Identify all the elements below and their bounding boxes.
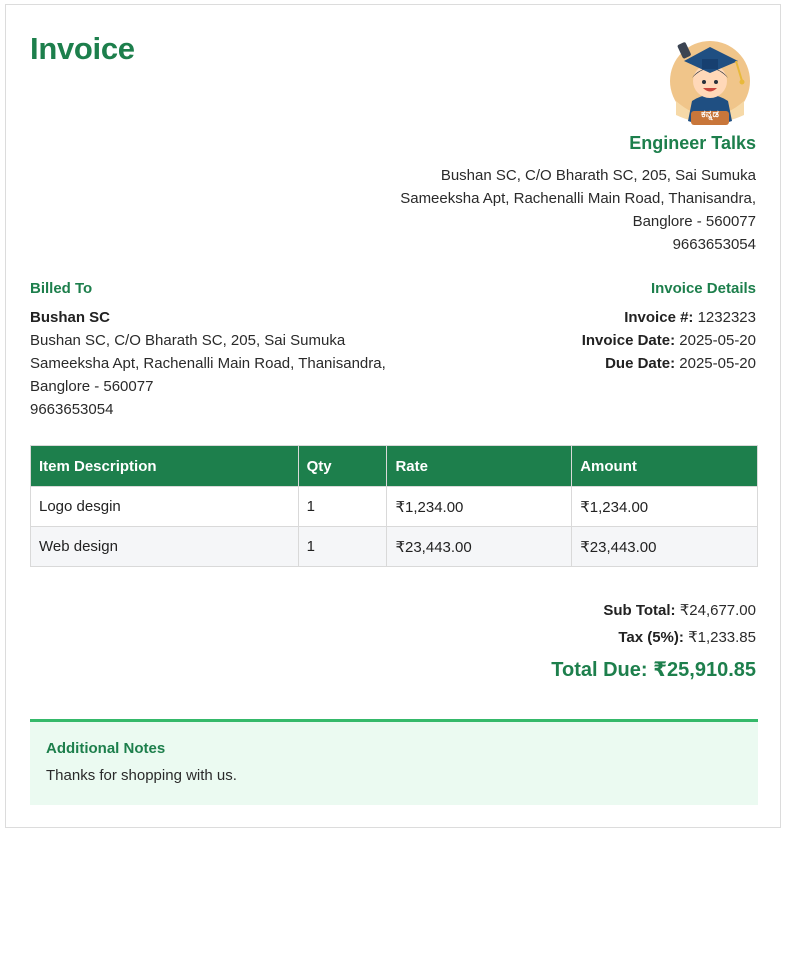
column-header-description: Item Description <box>30 445 299 487</box>
tax-value: ₹1,233.85 <box>688 629 756 646</box>
items-table: Item Description Qty Rate Amount Logo de… <box>30 445 758 567</box>
subtotal-row: Sub Total: ₹24,677.00 <box>396 597 756 624</box>
due-date: 2025-05-20 <box>679 355 756 372</box>
invoice-date-label: Invoice Date: <box>581 332 676 349</box>
table-row: Logo desgin 1 ₹1,234.00 ₹1,234.00 <box>30 486 758 527</box>
logo-kannada-text: ಕನ್ನಡ <box>701 109 719 120</box>
company-address-line: Bushan SC, C/O Bharath SC, 205, Sai Sumu… <box>440 167 756 184</box>
billed-to-name: Bushan SC <box>30 309 111 326</box>
item-qty-cell: 1 <box>297 486 388 527</box>
due-date-label: Due Date: <box>605 355 676 372</box>
subtotal-label: Sub Total: <box>603 602 676 619</box>
invoice-number-label: Invoice #: <box>624 309 694 326</box>
billed-to-address-line: Banglore - 560077 <box>30 378 154 395</box>
invoice-number-row: Invoice #: 1232323 <box>426 306 756 329</box>
item-amount-cell: ₹23,443.00 <box>571 526 758 567</box>
tax-label: Tax (5%): <box>618 629 684 646</box>
invoice-number: 1232323 <box>697 309 756 326</box>
total-due-row: Total Due: ₹25,910.85 <box>396 657 756 682</box>
item-rate-cell: ₹23,443.00 <box>386 526 573 567</box>
item-qty-cell: 1 <box>297 526 388 567</box>
company-address-line: Banglore - 560077 <box>632 213 756 230</box>
item-amount-cell: ₹1,234.00 <box>571 486 758 527</box>
due-date-row: Due Date: 2025-05-20 <box>426 352 756 375</box>
billed-to-heading: Billed To <box>30 280 93 297</box>
billed-to-address-line: Sameeksha Apt, Rachenalli Main Road, Tha… <box>30 355 386 372</box>
totals-section: Sub Total: ₹24,677.00 Tax (5%): ₹1,233.8… <box>396 597 756 682</box>
billed-to-section: Billed To Bushan SC Bushan SC, C/O Bhara… <box>30 280 410 421</box>
invoice-title: Invoice <box>30 31 135 66</box>
tax-row: Tax (5%): ₹1,233.85 <box>396 624 756 651</box>
company-info: Engineer Talks Bushan SC, C/O Bharath SC… <box>376 133 756 256</box>
invoice-date-row: Invoice Date: 2025-05-20 <box>426 329 756 352</box>
company-name: Engineer Talks <box>629 133 756 153</box>
table-row: Web design 1 ₹23,443.00 ₹23,443.00 <box>30 526 758 567</box>
invoice-details-section: Invoice Details Invoice #: 1232323 Invoi… <box>426 280 756 375</box>
subtotal-value: ₹24,677.00 <box>679 602 756 619</box>
column-header-rate: Rate <box>386 445 573 487</box>
invoice-date: 2025-05-20 <box>679 332 756 349</box>
column-header-qty: Qty <box>297 445 388 487</box>
item-description-cell: Web design <box>30 526 299 567</box>
billed-to-phone: 9663653054 <box>30 401 114 418</box>
column-header-amount: Amount <box>571 445 758 487</box>
table-header-row: Item Description Qty Rate Amount <box>30 445 758 487</box>
additional-notes-box: Additional Notes Thanks for shopping wit… <box>30 719 758 805</box>
notes-text: Thanks for shopping with us. <box>46 767 237 784</box>
company-phone: 9663653054 <box>672 236 756 253</box>
total-due-value: ₹25,910.85 <box>653 659 756 681</box>
company-address-line: Sameeksha Apt, Rachenalli Main Road, Tha… <box>400 190 756 207</box>
graduate-mascot-logo-icon: ಕನ್ನಡ <box>662 31 758 127</box>
item-rate-cell: ₹1,234.00 <box>386 486 573 527</box>
invoice-details-heading: Invoice Details <box>650 280 756 297</box>
invoice-sheet: Invoice ಕನ್ನಡ Engineer Talks Bushan SC, … <box>5 4 781 828</box>
item-description-cell: Logo desgin <box>30 486 299 527</box>
total-due-label: Total Due: <box>551 659 648 681</box>
notes-heading: Additional Notes <box>46 740 166 757</box>
billed-to-address-line: Bushan SC, C/O Bharath SC, 205, Sai Sumu… <box>30 332 346 349</box>
